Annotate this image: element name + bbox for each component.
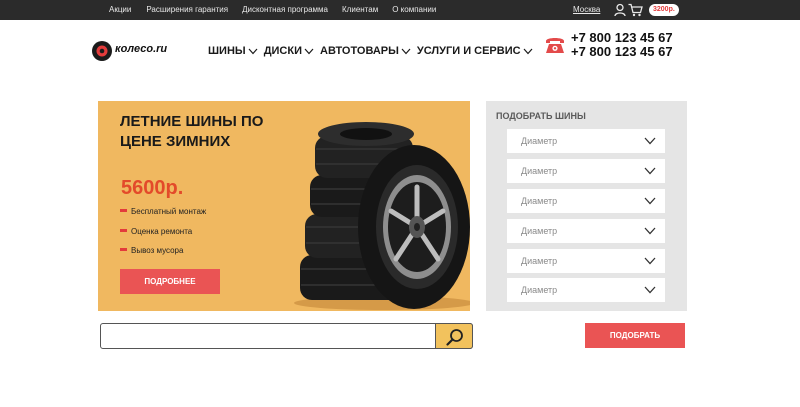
diameter-select[interactable]: Диаметр: [507, 129, 665, 153]
top-link-discount[interactable]: Дисконтная программа: [242, 5, 328, 14]
nav-wheels-label: ДИСКИ: [263, 45, 302, 57]
nav-wheels[interactable]: ДИСКИ: [264, 45, 314, 57]
top-link-about[interactable]: О компании: [392, 5, 436, 14]
search-button[interactable]: [435, 323, 473, 349]
city-selector[interactable]: Москва: [573, 5, 600, 14]
chevron-down-icon: [248, 48, 258, 54]
select-label: Диаметр: [521, 136, 558, 146]
phone-icon: [546, 38, 564, 53]
nav-auto-goods[interactable]: АВТОТОВАРЫ: [320, 45, 411, 57]
cart-total-badge[interactable]: 3200р.: [649, 4, 679, 16]
nav-services[interactable]: УСЛУГИ И СЕРВИС: [417, 45, 533, 57]
chevron-down-icon: [644, 227, 656, 235]
chevron-down-icon: [401, 48, 411, 54]
diameter-select[interactable]: Диаметр: [507, 159, 665, 183]
select-label: Диаметр: [521, 256, 558, 266]
promo-title: ЛЕТНИЕ ШИНЫ ПО ЦЕНЕ ЗИМНИХ: [120, 113, 264, 150]
nav-tires[interactable]: ШИНЫ: [208, 45, 258, 57]
top-link-warranty[interactable]: Расширения гарантия: [146, 5, 228, 14]
tire-picker: ПОДОБРАТЬ ШИНЫ Диаметр Диаметр Диаметр Д…: [486, 101, 687, 311]
user-icon[interactable]: [614, 3, 626, 17]
top-link-clients[interactable]: Клиентам: [342, 5, 378, 14]
diameter-select[interactable]: Диаметр: [507, 278, 665, 302]
picker-title: ПОДОБРАТЬ ШИНЫ: [496, 111, 586, 121]
chevron-down-icon: [644, 197, 656, 205]
logo-text: колесо.ru: [115, 43, 168, 55]
chevron-down-icon: [644, 286, 656, 294]
top-link-promotions[interactable]: Акции: [109, 5, 131, 14]
site-logo[interactable]: колесо.ru: [91, 40, 181, 62]
nav-auto-goods-label: АВТОТОВАРЫ: [320, 45, 399, 57]
promo-feature: Оценка ремонта: [120, 227, 206, 247]
top-bar: Акции Расширения гарантия Дисконтная про…: [0, 0, 800, 20]
search-input[interactable]: [100, 323, 473, 349]
chevron-down-icon: [304, 48, 314, 54]
nav-tires-label: ШИНЫ: [208, 45, 246, 57]
select-label: Диаметр: [521, 226, 558, 236]
chevron-down-icon: [644, 167, 656, 175]
chevron-down-icon: [523, 48, 533, 54]
select-label: Диаметр: [521, 166, 558, 176]
top-nav: Акции Расширения гарантия Дисконтная про…: [109, 5, 436, 14]
phone-number-1[interactable]: +7 800 123 45 67: [571, 31, 673, 45]
tires-image: [294, 122, 470, 310]
diameter-select[interactable]: Диаметр: [507, 219, 665, 243]
phone-numbers: +7 800 123 45 67 +7 800 123 45 67: [571, 31, 673, 59]
select-label: Диаметр: [521, 285, 558, 295]
promo-feature: Вывоз мусора: [120, 246, 206, 266]
cart-icon[interactable]: [628, 3, 643, 17]
search-icon: [446, 329, 463, 346]
diameter-select[interactable]: Диаметр: [507, 189, 665, 213]
promo-more-button[interactable]: ПОДРОБНЕЕ: [120, 269, 220, 294]
promo-price: 5600р.: [121, 177, 184, 199]
tire-logo-icon: [92, 41, 112, 61]
chevron-down-icon: [644, 137, 656, 145]
select-label: Диаметр: [521, 196, 558, 206]
main-nav: ШИНЫ ДИСКИ АВТОТОВАРЫ УСЛУГИ И СЕРВИС: [208, 45, 539, 57]
promo-features: Бесплатный монтаж Оценка ремонта Вывоз м…: [120, 207, 206, 266]
chevron-down-icon: [644, 257, 656, 265]
promo-feature: Бесплатный монтаж: [120, 207, 206, 227]
pick-tires-button[interactable]: ПОДОБРАТЬ: [585, 323, 685, 348]
nav-services-label: УСЛУГИ И СЕРВИС: [416, 45, 521, 57]
promo-banner: ЛЕТНИЕ ШИНЫ ПО ЦЕНЕ ЗИМНИХ 5600р. Беспла…: [98, 101, 470, 311]
diameter-select[interactable]: Диаметр: [507, 249, 665, 273]
phone-number-2[interactable]: +7 800 123 45 67: [571, 45, 673, 59]
